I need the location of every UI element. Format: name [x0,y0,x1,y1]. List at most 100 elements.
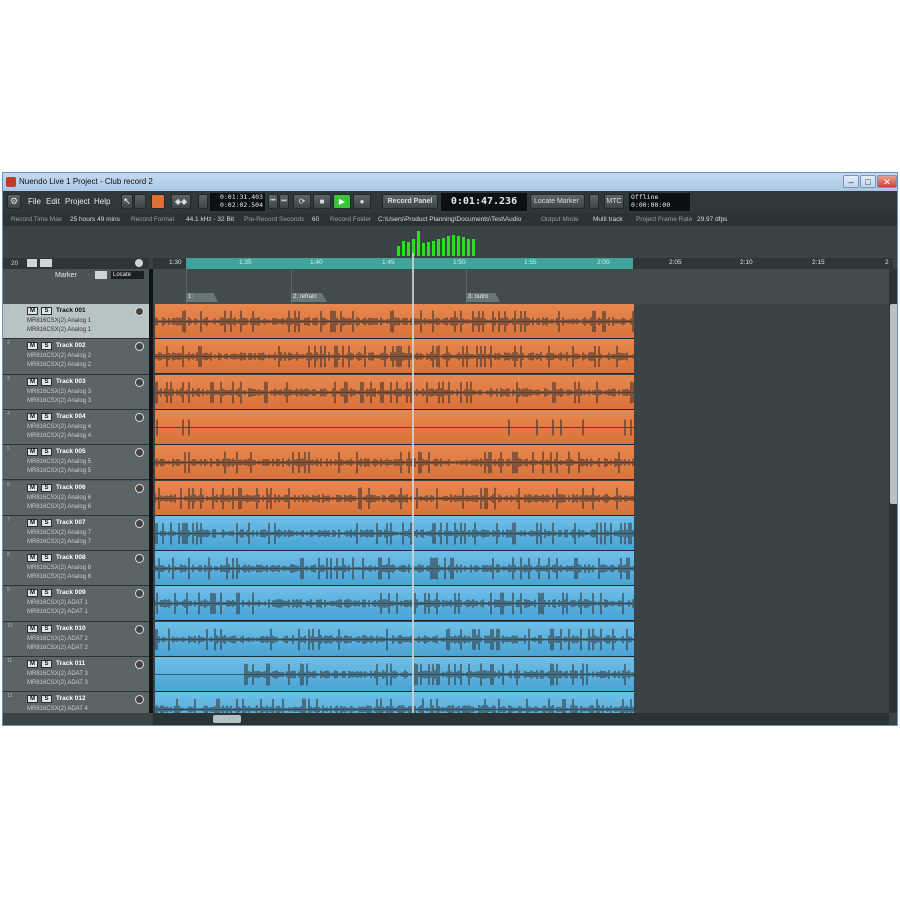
track-name[interactable]: Track 001 [56,307,86,314]
time-ruler[interactable]: 1:30 1:35 1:40 1:45 1:50 1:55 2:00 2:05 2:10 2:15… [153,258,893,269]
track-name[interactable]: Track 010 [56,625,86,632]
track-row[interactable]: 5 M S Track 005 MR816CSX(2) Analog 5 MR816CSX… [3,445,149,481]
record-enable-icon[interactable] [135,624,144,634]
audio-event[interactable] [155,339,634,375]
add-marker-icon[interactable] [95,271,107,279]
record-enable-icon[interactable] [135,695,144,705]
solo-button[interactable]: S [41,589,52,598]
solo-button[interactable]: S [41,448,52,457]
solo-button[interactable]: S [41,377,52,386]
record-enable-all-icon[interactable] [135,259,143,267]
mtc-button[interactable]: MTC [604,194,624,209]
menu-file[interactable]: File [28,197,41,206]
audio-event[interactable] [155,551,634,587]
solo-button[interactable]: S [41,518,52,527]
track-row[interactable]: 8 M S Track 008 MR816CSX(2) Analog 8 MR816CSX… [3,551,149,587]
track-name[interactable]: Track 011 [56,660,85,667]
locator-range[interactable] [186,258,633,269]
solo-button[interactable]: S [41,695,52,704]
audio-event[interactable] [155,374,634,410]
minimize-button[interactable]: – [843,175,859,188]
mute-button[interactable]: M [27,412,38,421]
mute-button[interactable]: M [27,307,38,315]
settings-gear-icon[interactable]: ⚙ [7,194,21,209]
track-name[interactable]: Track 003 [56,378,86,385]
audio-event[interactable] [155,657,634,692]
marker-refrain[interactable]: 2: refrain [291,293,327,302]
track-row[interactable]: 1 M S Track 001 MR816CSX(2) Analog 1 MR816CSX… [3,304,149,340]
record-enable-icon[interactable] [135,342,144,352]
marker-outro[interactable]: 3: outro [466,293,500,302]
mute-button[interactable]: M [27,448,38,457]
track-row[interactable]: 6 M S Track 006 MR816CSX(2) Analog 6 MR816CSX… [3,480,149,516]
record-enable-icon[interactable] [135,518,144,528]
track-name[interactable]: Track 008 [56,554,86,561]
solo-button[interactable]: S [41,624,52,633]
record-enable-icon[interactable] [135,412,144,422]
mute-button[interactable]: M [27,483,38,492]
track-row[interactable]: 2 M S Track 002 MR816CSX(2) Analog 2 MR816CSX… [3,339,149,375]
track-name[interactable]: Track 004 [56,413,86,420]
color-tool-icon[interactable] [151,194,165,209]
vertical-scrollbar[interactable] [889,269,897,713]
record-panel-button[interactable]: Record Panel [382,194,438,209]
record-enable-icon[interactable] [135,554,144,564]
level-slider[interactable] [589,194,599,209]
track-name[interactable]: Track 012 [56,695,86,702]
track-row[interactable]: 11 M S Track 011 MR816CSX(2) ADAT 3 MR816CSX(… [3,657,149,693]
play-icon[interactable]: ▶ [333,194,351,209]
locate-marker-dropdown[interactable]: Locate Marker [530,194,585,209]
track-row[interactable]: 4 M S Track 004 MR816CSX(2) Analog 4 MR816CSX… [3,409,149,446]
track-name[interactable]: Track 006 [56,484,86,491]
solo-button[interactable]: S [41,307,52,315]
close-button[interactable]: ✕ [877,175,897,188]
audio-event[interactable] [155,515,634,551]
track-name[interactable]: Track 009 [56,589,86,596]
track-row[interactable]: 12MSTrack 012MR816CSX(2) ADAT 4MR816CSX(… [3,692,149,713]
range-tool-icon[interactable] [134,194,146,209]
marker-verse[interactable]: 1: verse [186,293,218,302]
zoom-out-icon[interactable] [27,259,37,267]
vertical-scroll-thumb[interactable] [890,304,897,504]
mute-button[interactable]: M [27,554,38,563]
go-to-end-icon[interactable]: ⏭ [279,194,289,209]
playback-cursor[interactable] [412,253,414,713]
audio-event[interactable] [155,692,634,713]
solo-button[interactable]: S [41,342,52,351]
audio-event[interactable] [155,586,634,622]
time-format-icon[interactable] [198,194,208,209]
marker-track[interactable]: 1: verse 2: refrain 3: outro [153,269,893,304]
audio-event[interactable] [155,409,634,445]
mute-button[interactable]: M [27,695,38,704]
audio-event[interactable] [155,304,634,339]
audio-event[interactable] [155,445,634,481]
mute-button[interactable]: M [27,660,38,668]
track-name[interactable]: Track 002 [56,342,86,349]
track-row[interactable]: 3 M S Track 003 MR816CSX(2) Analog 3 MR816CSX… [3,374,149,410]
audio-event[interactable] [155,621,634,657]
menu-edit[interactable]: Edit [46,197,60,206]
track-name[interactable]: Track 005 [56,448,86,455]
track-name[interactable]: Track 007 [56,519,86,526]
mute-button[interactable]: M [27,342,38,351]
stop-icon[interactable]: ■ [313,194,331,209]
solo-button[interactable]: S [41,412,52,421]
mute-button[interactable]: M [27,589,38,598]
mute-button[interactable]: M [27,624,38,633]
menu-help[interactable]: Help [94,197,110,206]
record-enable-icon[interactable] [135,660,144,669]
track-row[interactable]: 9 M S Track 009 MR816CSX(2) ADAT 1 MR816CSX(2… [3,586,149,622]
zoom-in-icon[interactable] [40,259,52,267]
solo-button[interactable]: S [41,554,52,563]
track-row[interactable]: 10 M S Track 010 MR816CSX(2) ADAT 2 MR816CSX(… [3,621,149,657]
mute-button[interactable]: M [27,518,38,527]
record-enable-icon[interactable] [135,483,144,493]
record-icon[interactable]: ● [353,194,371,209]
pointer-tool-icon[interactable]: ↖ [121,194,133,209]
record-enable-icon[interactable] [135,448,144,458]
locate-dropdown[interactable]: Locate [111,271,144,279]
record-enable-icon[interactable] [135,307,144,316]
record-enable-icon[interactable] [135,377,144,387]
audio-event[interactable] [155,480,634,516]
horizontal-scroll-thumb[interactable] [213,715,241,723]
